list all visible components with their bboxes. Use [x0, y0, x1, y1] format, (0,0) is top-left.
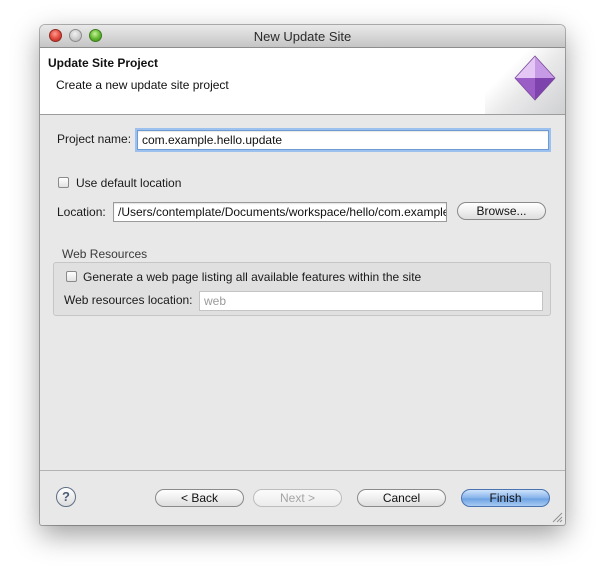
new-update-site-dialog: New Update Site Update Site Project Crea…: [40, 25, 565, 525]
location-input[interactable]: /Users/contemplate/Documents/workspace/h…: [113, 202, 447, 222]
page-description: Create a new update site project: [56, 78, 229, 92]
wizard-header: Update Site Project Create a new update …: [40, 48, 565, 115]
browse-button[interactable]: Browse...: [457, 202, 546, 220]
next-button: Next >: [253, 489, 342, 507]
project-name-label: Project name:: [57, 132, 132, 146]
location-label: Location:: [57, 205, 106, 219]
wizard-banner-icon: [485, 48, 565, 114]
web-resources-location-label: Web resources location:: [64, 293, 193, 307]
back-button[interactable]: < Back: [155, 489, 244, 507]
cancel-button[interactable]: Cancel: [357, 489, 446, 507]
help-icon[interactable]: ?: [56, 487, 76, 507]
web-resources-location-input: web: [199, 291, 543, 311]
button-bar-separator: [40, 470, 565, 471]
finish-button[interactable]: Finish: [461, 489, 550, 507]
page-title: Update Site Project: [48, 56, 159, 70]
use-default-location-checkbox[interactable]: [58, 177, 69, 188]
resize-grip-icon[interactable]: [552, 512, 563, 523]
generate-web-page-label: Generate a web page listing all availabl…: [83, 270, 422, 284]
web-resources-group-label: Web Resources: [62, 247, 148, 261]
web-resources-group: Generate a web page listing all availabl…: [53, 262, 551, 316]
title-bar[interactable]: New Update Site: [40, 25, 565, 48]
project-name-input[interactable]: com.example.hello.update: [137, 130, 549, 150]
use-default-location-label: Use default location: [76, 176, 182, 190]
generate-web-page-checkbox[interactable]: [66, 271, 77, 282]
window-title: New Update Site: [253, 29, 352, 44]
